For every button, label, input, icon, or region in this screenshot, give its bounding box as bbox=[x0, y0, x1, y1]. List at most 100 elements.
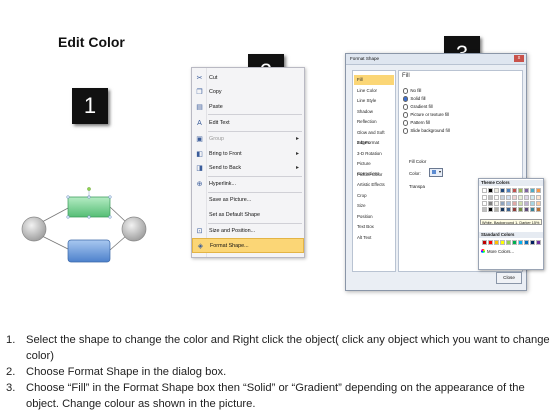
color-swatch[interactable] bbox=[500, 188, 505, 193]
color-swatch[interactable] bbox=[482, 195, 487, 200]
close-icon[interactable]: x bbox=[514, 55, 524, 62]
menu-item-hyperlink[interactable]: ⊕ Hyperlink... bbox=[192, 177, 304, 192]
color-swatch[interactable] bbox=[482, 207, 487, 212]
color-swatch[interactable] bbox=[524, 201, 529, 206]
menu-item-format-shape[interactable]: ◈ Format Shape... bbox=[192, 238, 304, 254]
color-swatch[interactable] bbox=[494, 207, 499, 212]
right-circle-shape[interactable] bbox=[121, 216, 147, 242]
color-swatch[interactable] bbox=[518, 240, 523, 245]
color-swatch[interactable] bbox=[530, 195, 535, 200]
color-swatch[interactable] bbox=[518, 201, 523, 206]
menu-item-size-and-position[interactable]: ⊡ Size and Position... bbox=[192, 224, 304, 239]
left-circle-shape[interactable] bbox=[21, 216, 47, 242]
radio-button[interactable] bbox=[403, 112, 409, 118]
nav-item-text-box[interactable]: Text Box bbox=[354, 222, 394, 232]
color-swatch[interactable] bbox=[506, 207, 511, 212]
fill-option-picture-or-texture-fill[interactable]: Picture or texture fill bbox=[403, 111, 449, 119]
color-swatch[interactable] bbox=[512, 207, 517, 212]
color-swatch[interactable] bbox=[482, 188, 487, 193]
menu-item-set-as-default-shape[interactable]: Set as Default Shape bbox=[192, 208, 304, 223]
color-swatch[interactable] bbox=[512, 201, 517, 206]
menu-item-save-as-picture[interactable]: Save as Picture... bbox=[192, 193, 304, 208]
color-swatch[interactable] bbox=[536, 207, 541, 212]
color-swatch[interactable] bbox=[512, 240, 517, 245]
dialog-nav-list: Fill Line Color Line Style Shadow Reflection… bbox=[352, 70, 396, 272]
green-rectangle-shape[interactable] bbox=[67, 196, 111, 218]
menu-item-send-to-back[interactable]: ◨ Send to Back ▸ bbox=[192, 161, 304, 176]
nav-item-line-style[interactable]: Line Style bbox=[354, 96, 394, 106]
color-swatch[interactable] bbox=[530, 207, 535, 212]
color-swatch[interactable] bbox=[488, 195, 493, 200]
color-swatch[interactable] bbox=[524, 195, 529, 200]
more-colors-link[interactable]: More Colors... bbox=[487, 249, 514, 254]
color-swatch[interactable] bbox=[482, 201, 487, 206]
fill-option-pattern-fill[interactable]: Pattern fill bbox=[403, 119, 430, 127]
radio-button[interactable] bbox=[403, 88, 409, 94]
instruction-number: 1. bbox=[6, 334, 16, 346]
color-swatch[interactable] bbox=[482, 240, 487, 245]
color-swatch[interactable] bbox=[518, 195, 523, 200]
color-swatch[interactable] bbox=[488, 207, 493, 212]
color-swatch[interactable] bbox=[494, 188, 499, 193]
color-swatch[interactable] bbox=[536, 201, 541, 206]
color-swatch[interactable] bbox=[536, 195, 541, 200]
nav-item-size[interactable]: Size bbox=[354, 201, 394, 211]
color-swatch[interactable] bbox=[524, 188, 529, 193]
radio-button[interactable] bbox=[403, 96, 409, 102]
color-swatch[interactable] bbox=[500, 207, 505, 212]
nav-item-line-color[interactable]: Line Color bbox=[354, 86, 394, 96]
menu-item-edit-text[interactable]: A Edit Text bbox=[192, 116, 304, 131]
menu-item-bring-to-front[interactable]: ◧ Bring to Front ▸ bbox=[192, 147, 304, 162]
nav-item-picture-color[interactable]: Picture Color bbox=[354, 170, 394, 180]
menu-item-copy[interactable]: ❐ Copy bbox=[192, 85, 304, 100]
menu-item-paste[interactable]: ▤ Paste bbox=[192, 100, 304, 115]
color-swatch[interactable] bbox=[488, 201, 493, 206]
color-swatch[interactable] bbox=[512, 195, 517, 200]
color-swatch[interactable] bbox=[500, 240, 505, 245]
blue-rectangle-shape[interactable] bbox=[67, 239, 111, 263]
color-swatch[interactable] bbox=[530, 240, 535, 245]
nav-item-picture-corrections[interactable]: Picture Corrections bbox=[354, 159, 394, 176]
color-swatch[interactable] bbox=[506, 201, 511, 206]
color-swatch[interactable] bbox=[530, 201, 535, 206]
nav-item-fill[interactable]: Fill bbox=[354, 75, 394, 85]
nav-item-crop[interactable]: Crop bbox=[354, 191, 394, 201]
color-swatch[interactable] bbox=[524, 207, 529, 212]
radio-button[interactable] bbox=[403, 120, 409, 126]
color-swatch[interactable] bbox=[494, 195, 499, 200]
color-swatch[interactable] bbox=[518, 188, 523, 193]
color-swatch[interactable] bbox=[518, 207, 523, 212]
color-swatch[interactable] bbox=[536, 188, 541, 193]
nav-item-position[interactable]: Position bbox=[354, 212, 394, 222]
nav-item-alt-text[interactable]: Alt Text bbox=[354, 233, 394, 243]
color-swatch[interactable] bbox=[506, 188, 511, 193]
color-swatch[interactable] bbox=[494, 240, 499, 245]
menu-item-label: Bring to Front bbox=[209, 150, 242, 157]
fill-option-solid-fill[interactable]: Solid fill bbox=[403, 95, 426, 103]
close-button[interactable]: Close bbox=[496, 272, 522, 284]
color-swatch[interactable] bbox=[524, 240, 529, 245]
color-swatch[interactable] bbox=[488, 188, 493, 193]
radio-button[interactable] bbox=[403, 128, 409, 134]
color-dropdown-button[interactable]: ▾ bbox=[429, 168, 443, 177]
color-swatch[interactable] bbox=[512, 188, 517, 193]
color-swatch[interactable] bbox=[488, 240, 493, 245]
color-swatch[interactable] bbox=[500, 201, 505, 206]
nav-item-artistic-effects[interactable]: Artistic Effects bbox=[354, 180, 394, 190]
color-swatch[interactable] bbox=[500, 195, 505, 200]
nav-item-glow-and-soft-edges[interactable]: Glow and Soft Edges bbox=[354, 128, 394, 145]
color-swatch[interactable] bbox=[494, 201, 499, 206]
fill-option-slide-background-fill[interactable]: Slide background fill bbox=[403, 127, 450, 135]
radio-button[interactable] bbox=[403, 104, 409, 110]
color-swatch[interactable] bbox=[506, 240, 511, 245]
menu-item-cut[interactable]: ✂ Cut bbox=[192, 71, 304, 86]
color-swatch[interactable] bbox=[536, 240, 541, 245]
color-swatch[interactable] bbox=[530, 188, 535, 193]
color-swatch[interactable] bbox=[506, 195, 511, 200]
nav-item-shadow[interactable]: Shadow bbox=[354, 107, 394, 117]
fill-option-gradient-fill[interactable]: Gradient fill bbox=[403, 103, 433, 111]
nav-item-reflection[interactable]: Reflection bbox=[354, 117, 394, 127]
nav-item-3-d-rotation[interactable]: 3-D Rotation bbox=[354, 149, 394, 159]
fill-option-no-fill[interactable]: No fill bbox=[403, 87, 421, 95]
nav-item-3-d-format[interactable]: 3-D Format bbox=[354, 138, 394, 148]
